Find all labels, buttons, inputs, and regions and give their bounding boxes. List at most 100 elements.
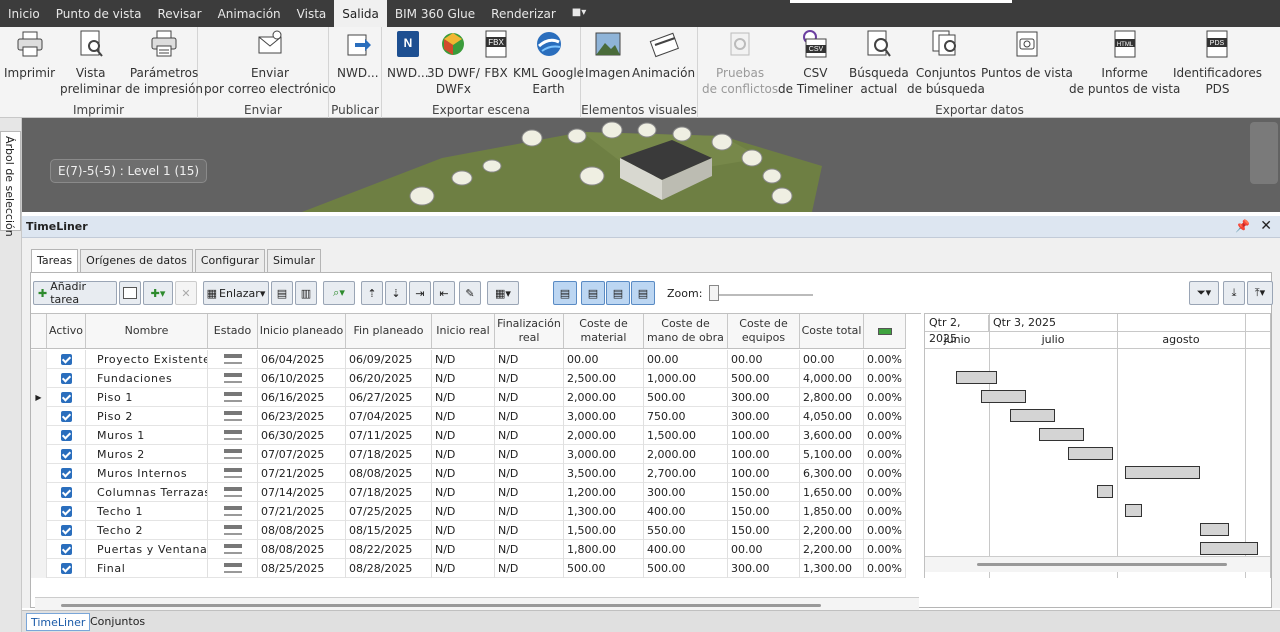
planned-start[interactable]: 06/16/2025 — [258, 388, 346, 407]
percent-complete[interactable]: 0.00% — [864, 388, 906, 407]
3d-viewport[interactable]: E(7)-5(-5) : Level 1 (15) — [22, 118, 1280, 212]
material-cost[interactable]: 2,500.00 — [564, 369, 644, 388]
gantt-bar[interactable] — [980, 390, 1027, 403]
actual-start[interactable]: N/D — [432, 559, 495, 578]
planned-end[interactable]: 08/28/2025 — [346, 559, 432, 578]
labor-cost[interactable]: 400.00 — [644, 502, 728, 521]
actual-end[interactable]: N/D — [495, 502, 564, 521]
actual-end[interactable]: N/D — [495, 350, 564, 369]
planned-start[interactable]: 08/25/2025 — [258, 559, 346, 578]
gantt-bar[interactable] — [1125, 504, 1142, 517]
col-coste-total[interactable]: Coste total — [800, 314, 864, 348]
tab-animacion[interactable]: Animación — [210, 0, 289, 27]
zoom-slider-track[interactable] — [711, 294, 813, 296]
percent-complete[interactable]: 0.00% — [864, 426, 906, 445]
row-indicator[interactable] — [31, 426, 47, 445]
percent-complete[interactable]: 0.00% — [864, 350, 906, 369]
equipment-cost[interactable]: 150.00 — [728, 521, 800, 540]
checkbox-checked-icon[interactable] — [60, 429, 72, 441]
total-cost[interactable]: 5,100.00 — [800, 445, 864, 464]
planned-start[interactable]: 07/07/2025 — [258, 445, 346, 464]
task-name[interactable]: Proyecto Existente — [86, 350, 208, 369]
import-button[interactable]: ⤓ — [1223, 281, 1245, 305]
move-down-button[interactable]: ⇣ — [385, 281, 407, 305]
planned-start[interactable]: 07/14/2025 — [258, 483, 346, 502]
task-name[interactable]: Puertas y Ventanas — [86, 540, 208, 559]
row-indicator[interactable] — [31, 407, 47, 426]
row-indicator[interactable] — [31, 464, 47, 483]
table-row[interactable]: Columnas Terrazas 07/14/2025 07/18/2025 N/D… — [31, 483, 906, 502]
export-timeliner-csv-button[interactable]: CSV CSV de Timeliner — [778, 29, 853, 97]
actual-start[interactable]: N/D — [432, 521, 495, 540]
col-inicio-planeado[interactable]: Inicio planeado — [258, 314, 346, 348]
task-name[interactable]: Muros 2 — [86, 445, 208, 464]
zoom-slider-thumb[interactable] — [709, 285, 719, 301]
print-preview-button[interactable]: Vista preliminar — [60, 29, 121, 97]
planned-end[interactable]: 08/15/2025 — [346, 521, 432, 540]
columns-button[interactable]: ▦▾ — [487, 281, 519, 305]
row-indicator[interactable] — [31, 521, 47, 540]
labor-cost[interactable]: 2,000.00 — [644, 445, 728, 464]
checkbox-checked-icon[interactable] — [60, 467, 72, 479]
material-cost[interactable]: 3,000.00 — [564, 445, 644, 464]
actual-end[interactable]: N/D — [495, 483, 564, 502]
col-activo[interactable]: Activo — [47, 314, 86, 348]
total-cost[interactable]: 1,300.00 — [800, 559, 864, 578]
auto-add-tasks-button[interactable]: ✚▾ — [143, 281, 173, 305]
tab-timeliner[interactable]: TimeLiner — [26, 613, 91, 631]
planned-start[interactable]: 06/04/2025 — [258, 350, 346, 369]
gantt-bar[interactable] — [1199, 523, 1229, 536]
filter-button[interactable]: ⏷▾ — [1189, 281, 1219, 305]
percent-complete[interactable]: 0.00% — [864, 502, 906, 521]
planned-start[interactable]: 08/08/2025 — [258, 540, 346, 559]
labor-cost[interactable]: 400.00 — [644, 540, 728, 559]
find-items-button[interactable]: ⌕▾ — [323, 281, 355, 305]
actual-end[interactable]: N/D — [495, 445, 564, 464]
ribbon-options-dropdown[interactable]: ■▾ — [564, 0, 594, 27]
export-animation-button[interactable]: Animación — [632, 29, 695, 81]
table-row[interactable]: Muros 2 07/07/2025 07/18/2025 N/D N/D 3,000.0… — [31, 445, 906, 464]
percent-complete[interactable]: 0.00% — [864, 559, 906, 578]
labor-cost[interactable]: 300.00 — [644, 483, 728, 502]
attach-rules-button[interactable]: ▤ — [271, 281, 293, 305]
export-viewpoints-button[interactable]: Puntos de vista — [981, 29, 1073, 81]
col-coste-equipos[interactable]: Coste de equipos — [728, 314, 800, 348]
material-cost[interactable]: 2,000.00 — [564, 388, 644, 407]
print-settings-button[interactable]: Parámetros de impresión — [125, 29, 203, 97]
viewcube-icon[interactable] — [1250, 122, 1278, 184]
delete-task-button[interactable]: ✕ — [175, 281, 197, 305]
labor-cost[interactable]: 1,000.00 — [644, 369, 728, 388]
total-cost[interactable]: 4,050.00 — [800, 407, 864, 426]
planned-end[interactable]: 06/27/2025 — [346, 388, 432, 407]
col-inicio-real[interactable]: Inicio real — [432, 314, 495, 348]
planned-end[interactable]: 07/18/2025 — [346, 483, 432, 502]
labor-cost[interactable]: 00.00 — [644, 350, 728, 369]
add-task-button[interactable]: ✚ Añadir tarea — [33, 280, 117, 306]
material-cost[interactable]: 2,000.00 — [564, 426, 644, 445]
percent-complete[interactable]: 0.00% — [864, 464, 906, 483]
checkbox-checked-icon[interactable] — [60, 353, 72, 365]
equipment-cost[interactable]: 100.00 — [728, 445, 800, 464]
row-indicator[interactable] — [31, 559, 47, 578]
planned-end[interactable]: 07/25/2025 — [346, 502, 432, 521]
checkbox-checked-icon[interactable] — [60, 372, 72, 384]
active-checkbox[interactable] — [47, 540, 86, 559]
percent-complete[interactable]: 0.00% — [864, 521, 906, 540]
table-row[interactable]: Proyecto Existente 06/04/2025 06/09/2025 N/… — [31, 350, 906, 369]
search-input[interactable] — [790, 0, 1012, 3]
col-fin-planeado[interactable]: Fin planeado — [346, 314, 432, 348]
active-checkbox[interactable] — [47, 559, 86, 578]
planned-start[interactable]: 06/23/2025 — [258, 407, 346, 426]
clear-links-button[interactable]: ▥ — [295, 281, 317, 305]
planned-start[interactable]: 08/08/2025 — [258, 521, 346, 540]
checkbox-checked-icon[interactable] — [60, 524, 72, 536]
table-row[interactable]: Muros Internos 07/21/2025 08/08/2025 N/D N/D… — [31, 464, 906, 483]
tab-configurar[interactable]: Configurar — [194, 249, 265, 272]
material-cost[interactable]: 3,000.00 — [564, 407, 644, 426]
actual-end[interactable]: N/D — [495, 464, 564, 483]
tab-salida[interactable]: Salida — [334, 0, 387, 27]
export-kml-button[interactable]: KML Google Earth — [513, 29, 584, 97]
row-indicator[interactable] — [31, 502, 47, 521]
export-fbx-button[interactable]: FBX FBX — [481, 29, 511, 81]
labor-cost[interactable]: 500.00 — [644, 559, 728, 578]
